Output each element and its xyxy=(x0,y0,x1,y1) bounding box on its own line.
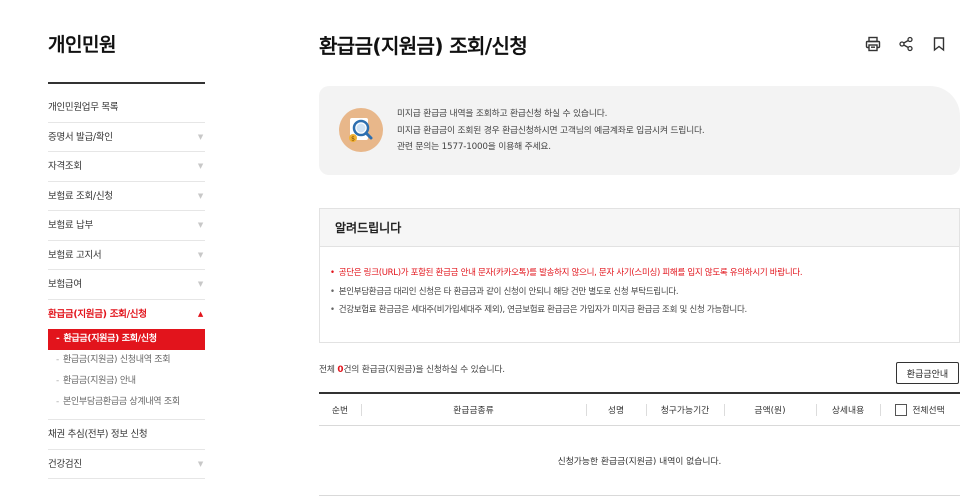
sidebar-item-label: 환급금(지원금) 조회/신청 xyxy=(48,308,147,320)
chevron-down-icon: ▼ xyxy=(197,191,203,200)
select-all-checkbox[interactable] xyxy=(895,404,908,416)
sidebar-item-eligibility[interactable]: 자격조회 ▼ xyxy=(48,152,205,182)
sidebar-item-premium-payment[interactable]: 보험료 납부 ▼ xyxy=(48,211,205,241)
info-line: 미지급 환급금이 조회된 경우 환급신청하시면 고객님의 예금계좌로 입금시켜 … xyxy=(397,125,705,136)
bookmark-icon[interactable] xyxy=(928,33,950,55)
chevron-down-icon: ▼ xyxy=(197,459,203,468)
sidebar-title: 개인민원 xyxy=(48,34,116,56)
count-prefix: 전체 xyxy=(319,365,338,375)
page-title: 환급금(지원금) 조회/신청 xyxy=(319,34,528,58)
col-header: 순번 xyxy=(319,392,361,426)
col-header: 환급금종류 xyxy=(361,392,586,426)
chevron-up-icon: ▲ xyxy=(197,309,203,318)
print-icon[interactable] xyxy=(862,33,884,55)
notice-item-text: 건강보험료 환급금은 세대주(비가입세대주 제외), 연금보험료 환급금은 가입… xyxy=(338,305,747,316)
info-text: 미지급 환급금 내역을 조회하고 환급신청 하실 수 있습니다. 미지급 환급금… xyxy=(397,106,705,156)
submenu-item-refund-guide[interactable]: - 환급금(지원금) 안내 xyxy=(48,371,205,392)
submenu-item-label: 본인부담금환급금 상계내역 조회 xyxy=(62,397,180,407)
submenu-item-refund-history[interactable]: - 환급금(지원금) 신청내역 조회 xyxy=(48,350,205,371)
share-icon[interactable] xyxy=(895,33,917,55)
dash-icon: - xyxy=(56,376,59,386)
info-line: 관련 문의는 1577-1000을 이용해 주세요. xyxy=(397,142,551,152)
bullet-icon: • xyxy=(330,286,335,297)
col-header: 금액(원) xyxy=(724,392,816,426)
notice-list: • 공단은 링크(URL)가 포함된 환급금 안내 문자(카카오톡)를 발송하지 … xyxy=(320,247,959,320)
sidebar-item-debt-collection[interactable]: 채권 추심(전부) 정보 신청 xyxy=(48,420,205,450)
bullet-icon: • xyxy=(330,305,335,316)
sidebar-item-premium-notice[interactable]: 보험료 고지서 ▼ xyxy=(48,241,205,270)
sidebar-item-label: 증명서 발급/확인 xyxy=(48,131,113,143)
submenu-item-label: 환급금(지원금) 조회/신청 xyxy=(63,334,157,344)
chevron-down-icon: ▼ xyxy=(197,162,203,170)
sidebar-divider xyxy=(48,82,205,84)
table-row: 신청가능한 환급금(지원금) 내역이 없습니다. xyxy=(319,425,960,496)
sidebar-item-refund[interactable]: 환급금(지원금) 조회/신청 ▲ xyxy=(48,300,205,330)
select-all-label: 전체선택 xyxy=(912,405,945,416)
sidebar-item-label: 개인민원업무 목록 xyxy=(48,102,119,113)
notice-title: 알려드립니다 xyxy=(320,209,959,247)
count-suffix: 건의 환급금(지원금)을 신청하실 수 있습니다. xyxy=(343,365,505,375)
submenu-item-label: 환급금(지원금) 안내 xyxy=(62,376,136,386)
refund-table: 순번 환급금종류 성명 청구가능기간 금액(원) 상세내용 전체선택 신청가능한… xyxy=(319,392,960,496)
chevron-down-icon: ▼ xyxy=(197,221,203,229)
sidebar-menu: 개인민원업무 목록 증명서 발급/확인 ▼ 자격조회 ▼ 보험료 조회/신청 ▼ 보험… xyxy=(48,93,205,479)
notice-item: • 건강보험료 환급금은 세대주(비가입세대주 제외), 연금보험료 환급금은 가… xyxy=(330,301,959,320)
search-document-icon: $ xyxy=(339,108,383,152)
submenu-item-offset-history[interactable]: - 본인부담금환급금 상계내역 조회 xyxy=(48,392,205,413)
notice-item: • 본인부담환급금 대리인 신청은 타 환급금과 같이 신청이 안되니 해당 건만… xyxy=(330,283,959,302)
col-header: 성명 xyxy=(586,392,646,426)
sidebar-item-label: 건강검진 xyxy=(48,458,82,470)
notice-item: • 공단은 링크(URL)가 포함된 환급금 안내 문자(카카오톡)를 발송하지 … xyxy=(330,264,959,283)
dash-icon: - xyxy=(56,355,59,365)
chevron-down-icon: ▼ xyxy=(197,250,203,259)
sidebar-submenu: - 환급금(지원금) 조회/신청 - 환급금(지원금) 신청내역 조회 - 환급금(지… xyxy=(48,329,205,420)
chevron-down-icon: ▼ xyxy=(197,132,203,141)
sidebar-item-label: 보험급여 xyxy=(48,279,82,290)
sidebar-item-label: 채권 추심(전부) 정보 신청 xyxy=(48,429,148,440)
sidebar-item-civil-list[interactable]: 개인민원업무 목록 xyxy=(48,93,205,123)
dash-icon: - xyxy=(56,397,59,407)
sidebar-item-label: 보험료 납부 xyxy=(48,220,93,231)
dash-icon: - xyxy=(56,334,60,344)
notice-panel: 알려드립니다 • 공단은 링크(URL)가 포함된 환급금 안내 문자(카카오톡)… xyxy=(319,208,960,343)
sidebar-item-checkup[interactable]: 건강검진 ▼ xyxy=(48,450,205,479)
sidebar-item-certificates[interactable]: 증명서 발급/확인 ▼ xyxy=(48,123,205,152)
submenu-item-label: 환급금(지원금) 신청내역 조회 xyxy=(62,355,171,365)
col-header: 청구가능기간 xyxy=(646,392,724,426)
select-all-header[interactable]: 전체선택 xyxy=(880,392,960,426)
col-header: 상세내용 xyxy=(816,392,880,426)
submenu-item-refund-inquiry[interactable]: - 환급금(지원금) 조회/신청 xyxy=(48,329,205,350)
info-line: 미지급 환급금 내역을 조회하고 환급신청 하실 수 있습니다. xyxy=(397,109,608,119)
sidebar-item-label: 자격조회 xyxy=(48,161,82,172)
sidebar-item-benefits[interactable]: 보험급여 ▼ xyxy=(48,270,205,300)
notice-item-text: 본인부담환급금 대리인 신청은 타 환급금과 같이 신청이 안되니 해당 건만 … xyxy=(338,286,679,297)
table-header-row: 순번 환급금종류 성명 청구가능기간 금액(원) 상세내용 전체선택 xyxy=(319,392,960,426)
notice-item-text: 공단은 링크(URL)가 포함된 환급금 안내 문자(카카오톡)를 발송하지 않… xyxy=(338,268,803,278)
refund-guide-button[interactable]: 환급금안내 xyxy=(896,362,959,384)
sidebar-submenu-wrapper: - 환급금(지원금) 조회/신청 - 환급금(지원금) 신청내역 조회 - 환급금(지… xyxy=(48,329,205,420)
svg-text:$: $ xyxy=(351,136,355,143)
bullet-icon: • xyxy=(330,268,335,278)
sidebar-item-premium-inquiry[interactable]: 보험료 조회/신청 ▼ xyxy=(48,182,205,211)
empty-message: 신청가능한 환급금(지원금) 내역이 없습니다. xyxy=(319,425,960,496)
sidebar-item-label: 보험료 조회/신청 xyxy=(48,190,113,202)
chevron-down-icon: ▼ xyxy=(197,280,203,288)
result-count: 전체 0건의 환급금(지원금)을 신청하실 수 있습니다. xyxy=(319,362,505,375)
info-box: $ 미지급 환급금 내역을 조회하고 환급신청 하실 수 있습니다. 미지급 환… xyxy=(319,86,960,175)
sidebar-item-label: 보험료 고지서 xyxy=(48,249,102,261)
page-tools xyxy=(862,33,950,55)
